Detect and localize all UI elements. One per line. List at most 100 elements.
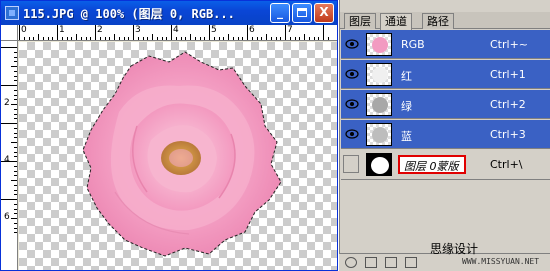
channel-shortcut: Ctrl+\ bbox=[490, 158, 523, 171]
channel-row-green[interactable]: 绿 Ctrl+2 bbox=[341, 90, 550, 119]
save-selection-icon[interactable] bbox=[365, 257, 377, 268]
ruler-tick bbox=[1, 199, 17, 200]
ruler-tick bbox=[14, 137, 17, 139]
ruler-origin[interactable] bbox=[1, 25, 18, 41]
mask-channel-name: 图层 0蒙版 bbox=[404, 160, 459, 173]
ruler-tick bbox=[209, 25, 210, 40]
channel-row-blue[interactable]: 蓝 Ctrl+3 bbox=[341, 120, 550, 149]
channel-thumbnail bbox=[366, 63, 392, 86]
ruler-tick bbox=[223, 37, 225, 40]
horizontal-ruler[interactable]: 0 1 2 3 4 5 6 7 bbox=[18, 25, 337, 41]
photoshop-document-icon bbox=[5, 6, 19, 20]
ruler-tick bbox=[213, 37, 215, 40]
close-icon: X bbox=[319, 5, 329, 19]
rose-image bbox=[82, 51, 282, 257]
ruler-tick bbox=[14, 51, 17, 53]
mask-thumbnail bbox=[366, 153, 392, 176]
rose-thumbnail-icon bbox=[372, 127, 388, 143]
ruler-tick bbox=[123, 37, 125, 40]
ruler-tick bbox=[90, 37, 92, 40]
ruler-tick bbox=[19, 25, 20, 40]
ruler-tick bbox=[11, 104, 17, 105]
tab-channels[interactable]: 通道 bbox=[380, 13, 412, 30]
ruler-tick bbox=[304, 34, 305, 40]
eye-icon[interactable] bbox=[345, 98, 359, 110]
visibility-toggle[interactable] bbox=[343, 155, 359, 173]
ruler-tick bbox=[14, 227, 17, 229]
ruler-tick bbox=[275, 37, 277, 40]
eye-icon[interactable] bbox=[345, 38, 359, 50]
ruler-tick bbox=[327, 37, 329, 40]
close-button[interactable]: X bbox=[314, 3, 334, 23]
ruler-tick bbox=[14, 170, 17, 172]
ruler-tick bbox=[80, 37, 82, 40]
ruler-tick bbox=[14, 175, 17, 177]
ruler-tick bbox=[270, 37, 272, 40]
eye-icon[interactable] bbox=[345, 128, 359, 140]
rose-thumbnail-icon bbox=[372, 97, 388, 113]
ruler-tick bbox=[147, 37, 149, 40]
channel-name: 蓝 bbox=[401, 130, 412, 143]
channel-thumbnail bbox=[366, 123, 392, 146]
ruler-tick bbox=[85, 37, 87, 40]
ruler-number: 2 bbox=[4, 98, 10, 108]
channel-row-red[interactable]: 红 Ctrl+1 bbox=[341, 60, 550, 89]
rose-thumbnail-icon bbox=[372, 67, 388, 83]
eye-icon[interactable] bbox=[345, 68, 359, 80]
ruler-tick bbox=[294, 37, 296, 40]
ruler-tick bbox=[289, 37, 291, 40]
ruler-tick bbox=[14, 80, 17, 82]
trash-icon[interactable] bbox=[405, 257, 417, 268]
ruler-tick bbox=[28, 37, 30, 40]
ruler-tick bbox=[14, 127, 17, 129]
ruler-tick bbox=[14, 208, 17, 210]
ruler-tick bbox=[14, 118, 17, 120]
channel-name: 红 bbox=[401, 70, 412, 83]
ruler-tick bbox=[11, 218, 17, 219]
minimize-button[interactable]: _ bbox=[270, 3, 290, 23]
ruler-tick bbox=[190, 34, 191, 40]
channel-thumbnail bbox=[366, 33, 392, 56]
ruler-tick bbox=[256, 37, 258, 40]
channel-row-rgb[interactable]: RGB Ctrl+~ bbox=[341, 30, 550, 59]
ruler-tick bbox=[52, 37, 54, 40]
document-titlebar[interactable]: 115.JPG @ 100% (图层 0, RGB... _ X bbox=[1, 1, 337, 25]
ruler-tick bbox=[199, 37, 201, 40]
channel-shortcut: Ctrl+3 bbox=[490, 128, 526, 141]
ruler-tick bbox=[251, 37, 253, 40]
ruler-tick bbox=[137, 37, 139, 40]
ruler-tick bbox=[175, 37, 177, 40]
channel-shortcut: Ctrl+~ bbox=[490, 38, 529, 51]
ruler-number: 7 bbox=[287, 25, 293, 35]
channel-thumbnail bbox=[366, 93, 392, 116]
ruler-tick bbox=[313, 37, 315, 40]
ruler-tick bbox=[14, 213, 17, 215]
rose-thumbnail-icon bbox=[372, 37, 388, 53]
highlight-box: 图层 0蒙版 bbox=[398, 155, 466, 174]
new-channel-icon[interactable] bbox=[385, 257, 397, 268]
channel-row-layer-mask[interactable]: 图层 0蒙版 Ctrl+\ bbox=[341, 150, 550, 180]
ruler-tick bbox=[14, 232, 17, 234]
load-selection-icon[interactable] bbox=[345, 257, 357, 268]
ruler-tick bbox=[142, 37, 144, 40]
ruler-tick bbox=[14, 70, 17, 72]
maximize-button[interactable] bbox=[292, 3, 312, 23]
ruler-tick bbox=[232, 37, 234, 40]
tab-paths[interactable]: 路径 bbox=[422, 13, 454, 29]
ruler-tick bbox=[161, 37, 163, 40]
channel-list-empty-area[interactable] bbox=[341, 180, 550, 242]
ruler-tick bbox=[1, 47, 17, 48]
ruler-tick bbox=[308, 37, 310, 40]
ruler-tick bbox=[99, 37, 101, 40]
ruler-tick bbox=[114, 34, 115, 40]
ruler-tick bbox=[156, 37, 158, 40]
ruler-tick bbox=[11, 66, 17, 67]
vertical-ruler[interactable]: 2 4 6 bbox=[1, 41, 18, 270]
tab-layers[interactable]: 图层 bbox=[344, 13, 376, 29]
ruler-tick bbox=[14, 75, 17, 77]
ruler-tick bbox=[14, 94, 17, 96]
ruler-tick bbox=[11, 142, 17, 143]
ruler-tick bbox=[42, 37, 44, 40]
ruler-tick bbox=[171, 25, 172, 40]
image-canvas[interactable] bbox=[19, 42, 337, 270]
